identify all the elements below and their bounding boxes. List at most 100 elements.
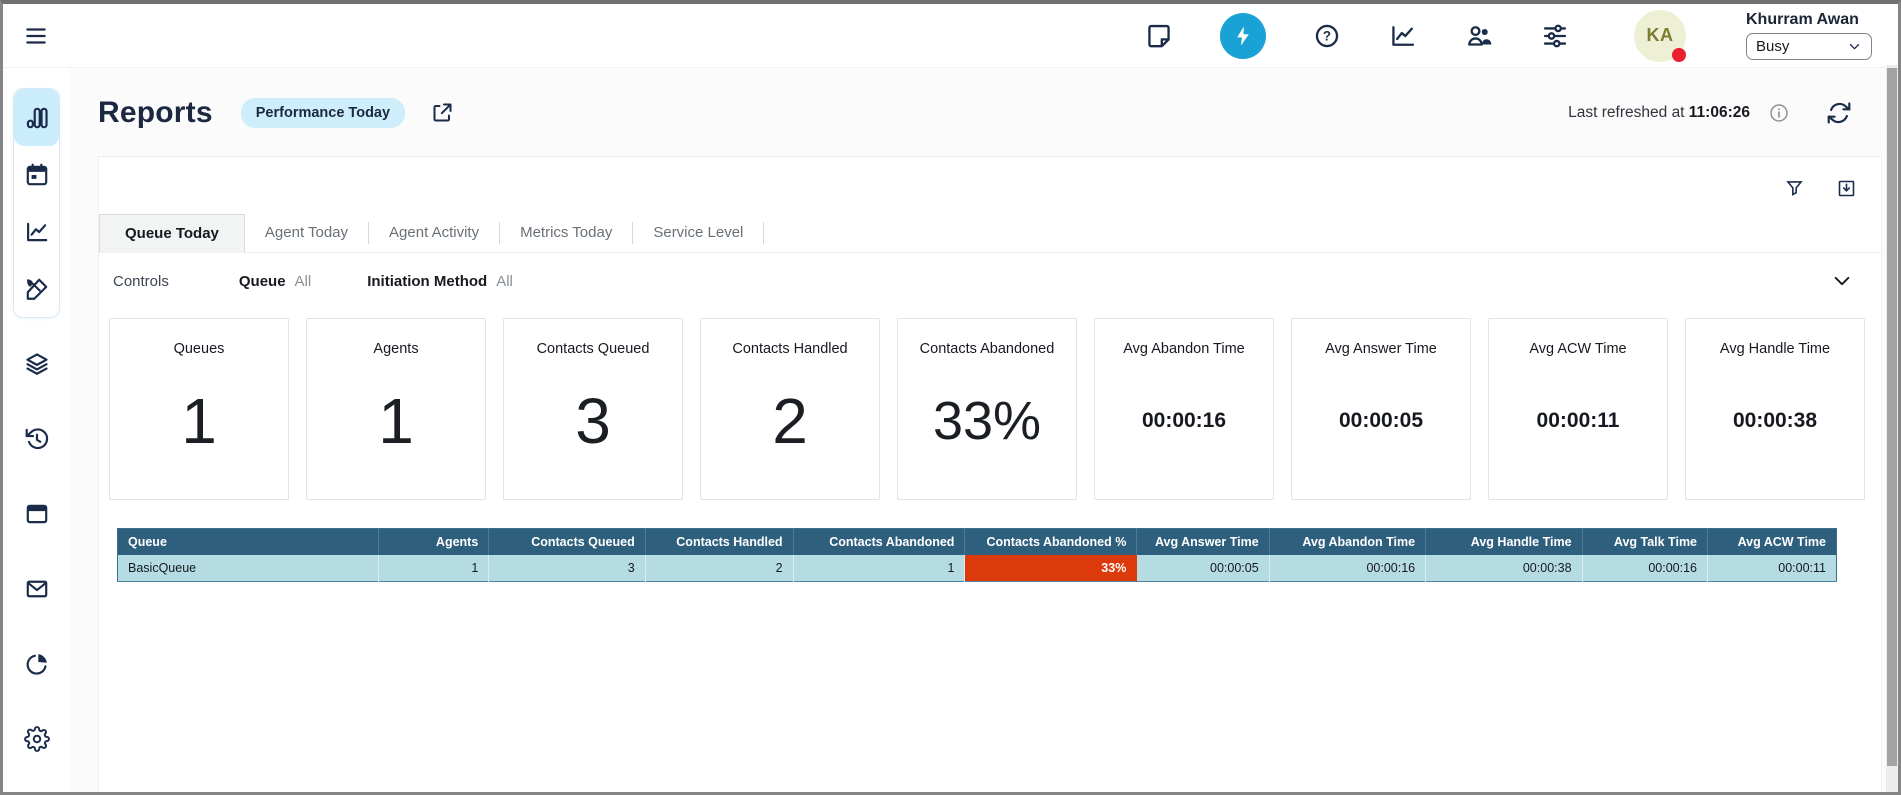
sidebar-nav-secondary (13, 350, 60, 753)
cell-contacts-abandoned-pct: 33% (965, 555, 1137, 582)
sidebar-item-pie[interactable] (13, 650, 60, 678)
menu-button[interactable] (21, 21, 51, 51)
col-avg-talk-time: Avg Talk Time (1582, 529, 1707, 556)
cell-contacts-handled: 2 (645, 555, 793, 582)
tab-agent-today[interactable]: Agent Today (245, 214, 368, 251)
metric-card-contacts-abandoned: Contacts Abandoned 33% (897, 318, 1077, 500)
mail-icon (24, 576, 50, 602)
tab-service-level[interactable]: Service Level (633, 214, 763, 251)
info-icon (1768, 102, 1790, 124)
tab-agent-activity[interactable]: Agent Activity (369, 214, 499, 251)
refresh-info-button[interactable] (1764, 98, 1794, 128)
line-chart-icon (1389, 22, 1417, 50)
cell-contacts-abandoned: 1 (793, 555, 965, 582)
metric-card-queues: Queues 1 (109, 318, 289, 500)
col-agents: Agents (379, 529, 489, 556)
cell-avg-handle-time: 00:00:38 (1426, 555, 1582, 582)
col-contacts-handled: Contacts Handled (645, 529, 793, 556)
user-name: Khurram Awan (1746, 11, 1872, 29)
col-queue: Queue (118, 529, 379, 556)
tab-metrics-today[interactable]: Metrics Today (500, 214, 632, 251)
filter-button[interactable] (1779, 173, 1809, 203)
report-tabs: Queue Today Agent Today Agent Activity M… (99, 213, 1881, 253)
content-area: Reports Performance Today Last refreshed… (70, 68, 1898, 792)
col-avg-acw-time: Avg ACW Time (1708, 529, 1837, 556)
layers-icon (24, 351, 50, 377)
col-avg-abandon-time: Avg Abandon Time (1269, 529, 1425, 556)
chevron-down-icon (1847, 39, 1862, 54)
brush-pen-icon (24, 276, 50, 302)
col-contacts-abandoned-pct: Contacts Abandoned % (965, 529, 1137, 556)
cell-agents: 1 (379, 555, 489, 582)
sidebar-item-schedule[interactable] (14, 146, 59, 203)
last-refreshed-text: Last refreshed at 11:06:26 (1568, 104, 1750, 122)
metric-card-agents: Agents 1 (306, 318, 486, 500)
refresh-icon (1826, 100, 1852, 126)
download-icon (1836, 178, 1857, 199)
metric-card-contacts-queued: Contacts Queued 3 (503, 318, 683, 500)
collapse-controls-button[interactable] (1831, 270, 1853, 292)
users-button[interactable] (1464, 21, 1494, 51)
sidebar (3, 68, 70, 792)
metric-card-contacts-handled: Contacts Handled 2 (700, 318, 880, 500)
history-icon (24, 426, 50, 452)
controls-bar: Controls Queue All Initiation Method All (99, 253, 1881, 312)
last-refreshed-time: 11:06:26 (1689, 104, 1750, 121)
cell-avg-answer-time: 00:00:05 (1137, 555, 1269, 582)
initiation-method-filter[interactable]: Initiation Method All (367, 273, 513, 290)
table-header-row: Queue Agents Contacts Queued Contacts Ha… (118, 529, 1837, 556)
avatar[interactable]: KA (1634, 10, 1686, 62)
external-link-icon (430, 101, 454, 125)
scrollbar-thumb[interactable] (1887, 68, 1897, 766)
pie-chart-icon (24, 651, 50, 677)
metric-card-avg-acw-time: Avg ACW Time 00:00:11 (1488, 318, 1668, 500)
report-panel: Queue Today Agent Today Agent Activity M… (98, 156, 1882, 792)
panel-toolbar (99, 157, 1881, 209)
sidebar-item-settings[interactable] (13, 725, 60, 753)
help-button[interactable]: ? (1312, 21, 1342, 51)
refresh-button[interactable] (1824, 98, 1854, 128)
notes-button[interactable] (1144, 21, 1174, 51)
bar-chart-icon (24, 105, 50, 131)
sidebar-item-design[interactable] (14, 260, 59, 317)
queue-filter[interactable]: Queue All (239, 273, 311, 290)
lightning-icon (1231, 24, 1255, 48)
quick-connect-button[interactable] (1220, 13, 1266, 59)
topbar-actions: ? (1144, 10, 1872, 62)
status-select[interactable]: Busy (1746, 33, 1872, 60)
status-value: Busy (1756, 38, 1789, 55)
sidebar-item-metrics[interactable] (14, 203, 59, 260)
metrics-button[interactable] (1388, 21, 1418, 51)
cell-avg-acw-time: 00:00:11 (1708, 555, 1837, 582)
open-in-new-window-button[interactable] (427, 98, 457, 128)
tab-queue-today[interactable]: Queue Today (99, 214, 245, 253)
preferences-button[interactable] (1540, 21, 1570, 51)
sidebar-item-window[interactable] (13, 500, 60, 528)
line-chart-icon (24, 219, 50, 245)
sidebar-item-layers[interactable] (13, 350, 60, 378)
refresh-area: Last refreshed at 11:06:26 (1568, 98, 1854, 128)
sidebar-item-reports[interactable] (14, 89, 59, 146)
cell-avg-talk-time: 00:00:16 (1582, 555, 1707, 582)
cell-avg-abandon-time: 00:00:16 (1269, 555, 1425, 582)
users-icon (1465, 22, 1493, 50)
sliders-icon (1541, 22, 1569, 50)
controls-label: Controls (113, 273, 169, 290)
scrollbar[interactable] (1886, 65, 1898, 792)
calendar-icon (24, 162, 50, 188)
sidebar-item-mail[interactable] (13, 575, 60, 603)
page-title: Reports (98, 96, 213, 130)
hamburger-icon (23, 23, 49, 49)
col-avg-answer-time: Avg Answer Time (1137, 529, 1269, 556)
chevron-down-icon (1831, 270, 1853, 292)
user-block: Khurram Awan Busy (1700, 11, 1872, 60)
topbar: ? (3, 4, 1898, 68)
metric-cards: Queues 1 Agents 1 Contacts Queued 3 Cont… (99, 312, 1881, 500)
metric-card-avg-answer-time: Avg Answer Time 00:00:05 (1291, 318, 1471, 500)
question-icon: ? (1313, 22, 1341, 50)
svg-text:?: ? (1323, 28, 1331, 43)
download-button[interactable] (1831, 173, 1861, 203)
metric-card-avg-handle-time: Avg Handle Time 00:00:38 (1685, 318, 1865, 500)
sidebar-item-history[interactable] (13, 425, 60, 453)
gear-icon (24, 726, 50, 752)
